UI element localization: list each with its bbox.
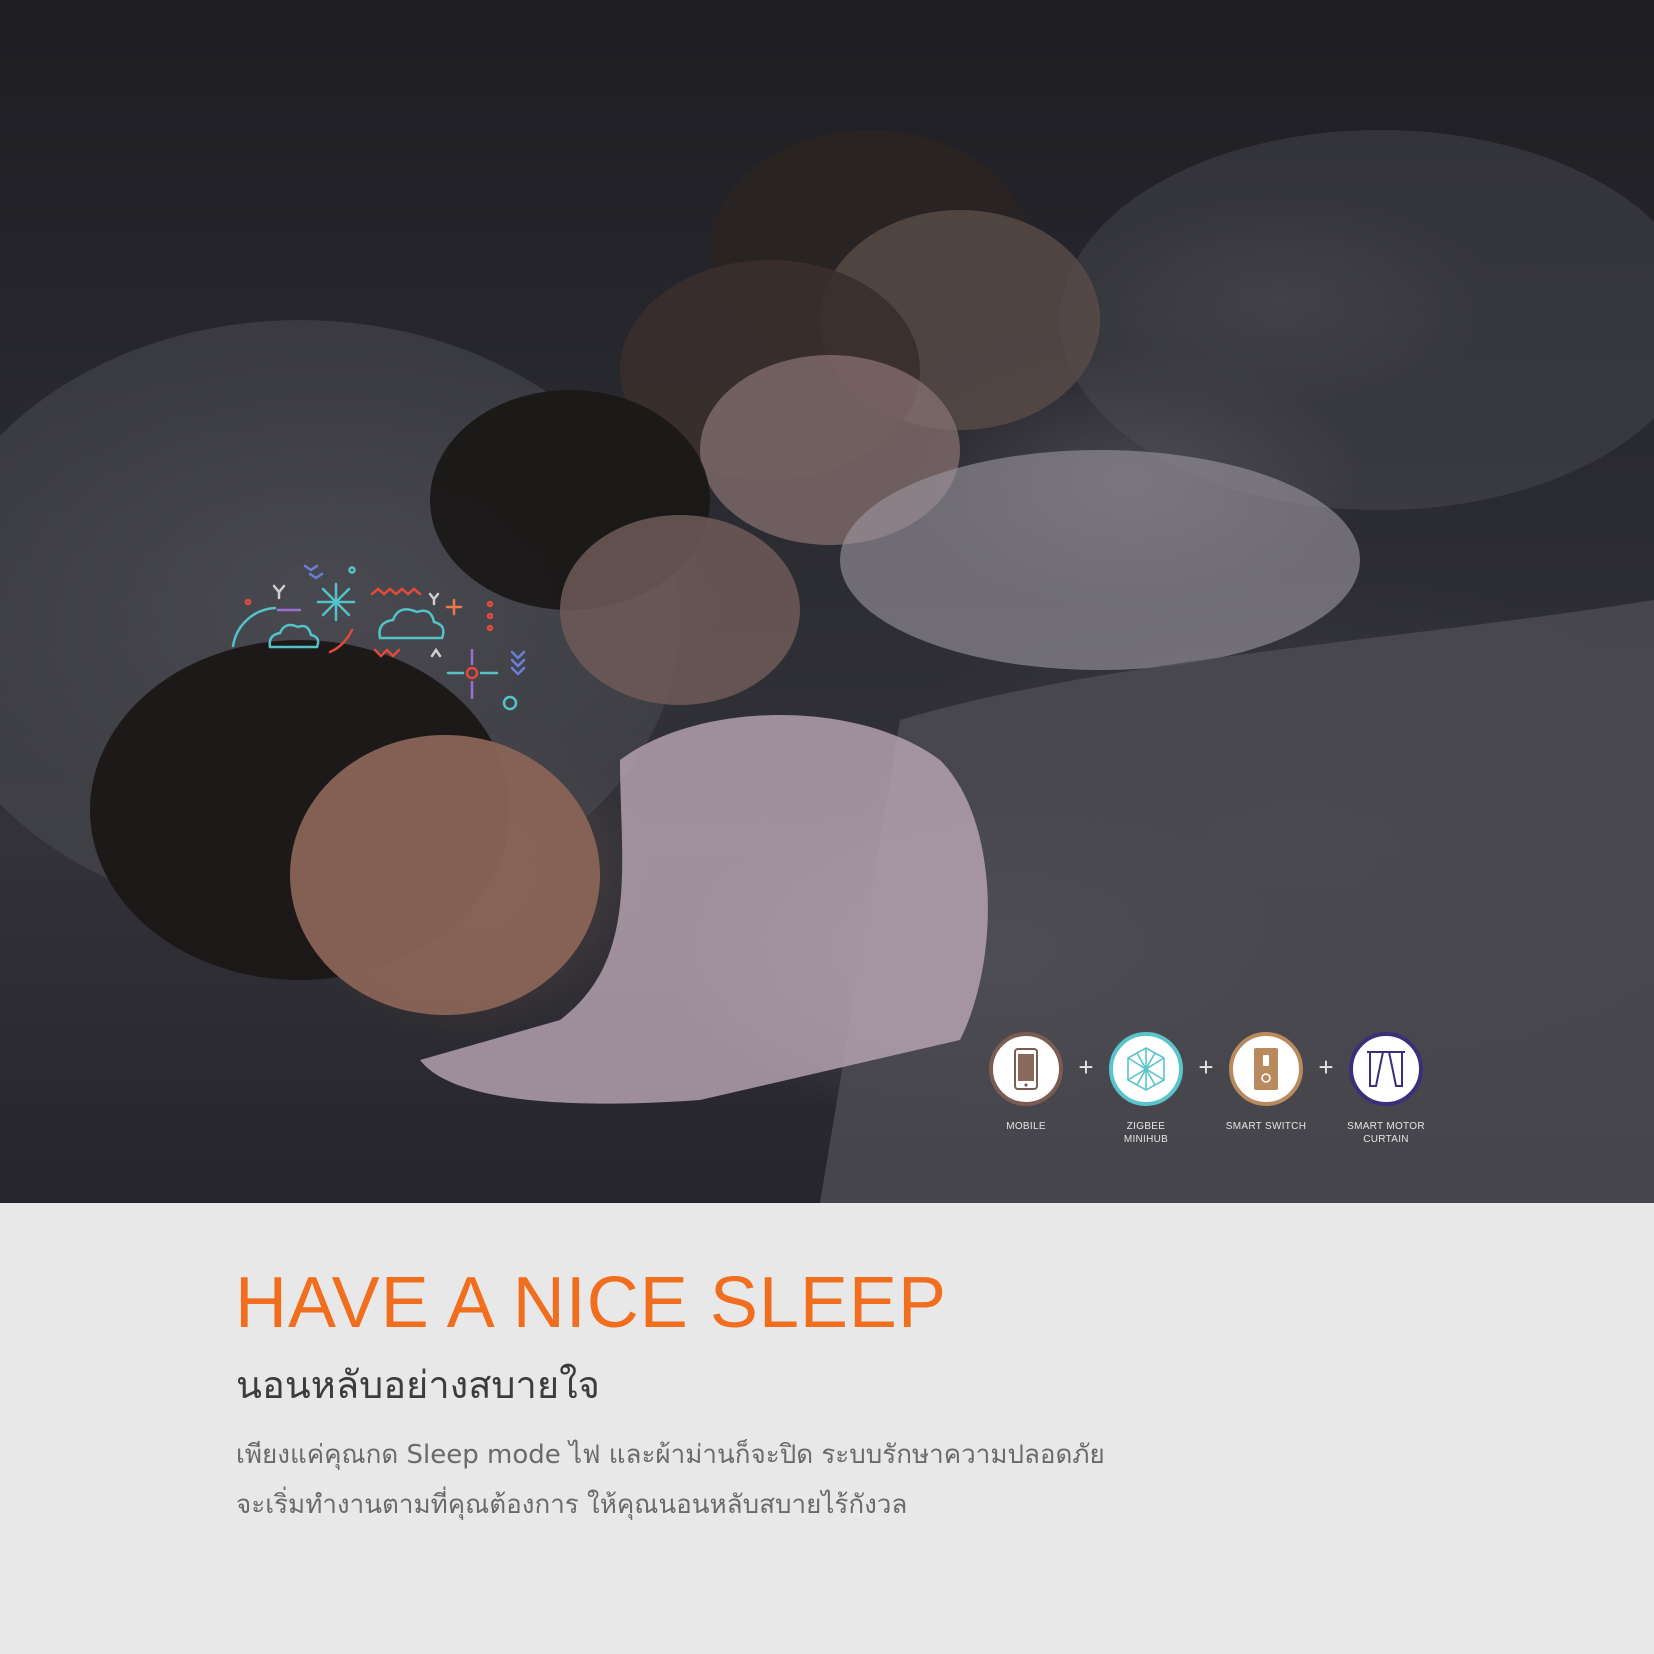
- smart-switch-icon: [1229, 1032, 1303, 1106]
- product-label: SMART SWITCH: [1225, 1121, 1307, 1132]
- zigbee-hub-icon: [1109, 1032, 1183, 1106]
- product-smart-switch: SMART SWITCH: [1208, 1032, 1328, 1152]
- product-zigbee-minihub: ZIGBEE MINIHUB: [1088, 1032, 1208, 1152]
- curtain-icon: [1349, 1032, 1423, 1106]
- thai-subheadline: นอนหลับอย่างสบายใจ: [236, 1363, 600, 1407]
- hero-photo: MOBILE + ZIGBEE MINIHUB + SMART SWITCH +…: [0, 0, 1654, 1203]
- product-mobile: MOBILE: [968, 1032, 1088, 1152]
- girl-face: [290, 735, 600, 1015]
- headline: HAVE A NICE SLEEP: [235, 1263, 947, 1343]
- mother-shirt: [840, 450, 1360, 670]
- product-label: SMART MOTOR CURTAIN: [1347, 1121, 1425, 1145]
- mobile-icon: [989, 1032, 1063, 1106]
- sleeping-family-illustration: [0, 130, 1654, 1203]
- boy-face: [560, 515, 800, 705]
- body-text-line-2: จะเริ่มทำงานตามที่คุณต้องการ ให้คุณนอนหล…: [236, 1490, 908, 1520]
- product-label: MOBILE: [1006, 1121, 1046, 1132]
- product-smart-motor-curtain: SMART MOTOR CURTAIN: [1328, 1032, 1448, 1152]
- product-label: ZIGBEE MINIHUB: [1123, 1121, 1169, 1145]
- body-text-line-1: เพียงแค่คุณกด Sleep mode ไฟ และผ้าม่านก็…: [236, 1440, 1105, 1470]
- product-flow: MOBILE + ZIGBEE MINIHUB + SMART SWITCH +…: [968, 1032, 1428, 1152]
- sparkle-icon: [316, 582, 356, 622]
